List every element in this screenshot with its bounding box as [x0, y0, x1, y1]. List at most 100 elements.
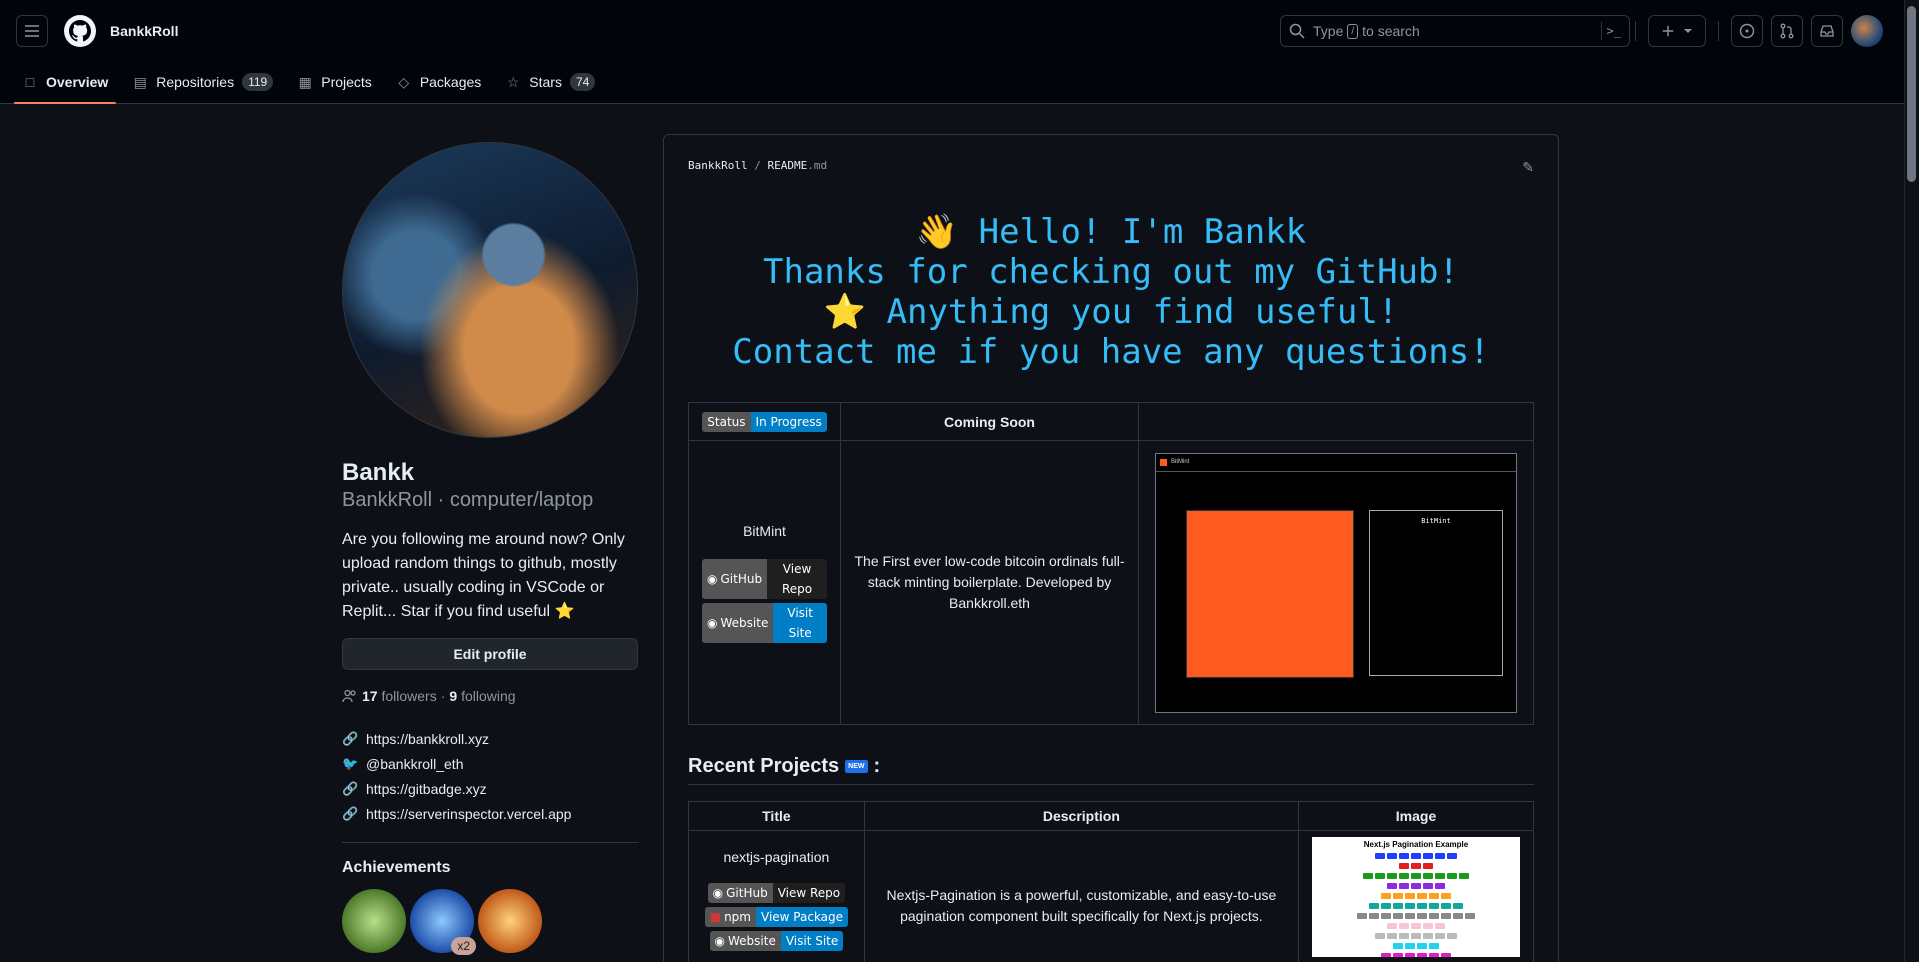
link-text: https://bankkroll.xyz [366, 730, 489, 747]
badge-value: Visit Site [773, 602, 827, 643]
table-header: Image [1298, 801, 1534, 831]
user-avatar-menu[interactable] [1851, 15, 1883, 47]
pagination-row [1312, 943, 1520, 949]
tab-counter: 74 [569, 73, 596, 91]
github-icon: ◉ [712, 886, 724, 900]
profile-tabs: □ Overview ▤ Repositories 119 ▦ Projects… [14, 61, 611, 104]
link-text: https://serverinspector.vercel.app [366, 805, 572, 822]
followers-label: followers [381, 688, 437, 704]
pagination-row [1312, 923, 1520, 929]
screenshot-mint-card: BitMint [1369, 509, 1503, 676]
hamburger-icon [25, 25, 39, 37]
pagination-row [1312, 933, 1520, 939]
pagination-row [1312, 903, 1520, 909]
tab-overview[interactable]: □ Overview [14, 61, 117, 104]
screenshot-title: Next.js Pagination Example [1363, 840, 1469, 849]
screenshot-preview-box [1186, 509, 1354, 678]
following-link[interactable]: 9 following [449, 688, 515, 704]
badge-label: ◉ GitHub [702, 558, 768, 599]
search-input[interactable]: Type / to search >_ [1280, 15, 1630, 47]
issue-icon [1739, 23, 1755, 39]
badge-label: ■ npm [704, 907, 756, 927]
edit-profile-button[interactable]: Edit profile [342, 638, 638, 670]
table-cell: Next.js Pagination Example [1298, 830, 1534, 962]
table-cell [1138, 402, 1534, 441]
octocat-icon [69, 20, 91, 42]
context-title[interactable]: BankkRoll [110, 23, 178, 39]
badge-label: ◉ Website [702, 602, 774, 643]
profile-link-gitbadge[interactable]: 🔗 https://gitbadge.xyz [342, 776, 639, 801]
readme-card: BankkRoll / README.md ✎ 👋 Hello! I'm Ban… [663, 134, 1559, 962]
table-row: Status In Progress Coming Soon [688, 402, 1534, 441]
repo-icon: ▤ [133, 73, 147, 90]
inbox-icon [1820, 25, 1834, 37]
status-emoji-button[interactable] [599, 376, 637, 414]
website-badge[interactable]: ◉ Website Visit Site [702, 602, 827, 643]
plus-icon [1662, 25, 1674, 37]
tab-label: Repositories [156, 74, 235, 90]
table-cell: Status In Progress [688, 402, 841, 441]
table-cell: The First ever low-code bitcoin ordinals… [840, 440, 1139, 725]
github-repo-badge[interactable]: ◉ GitHub View Repo [702, 558, 827, 599]
readme-owner-link[interactable]: BankkRoll [688, 159, 748, 172]
table-cell: Nextjs-Pagination is a powerful, customi… [863, 830, 1300, 962]
tab-projects[interactable]: ▦ Projects [289, 61, 380, 103]
badge-label-text: GitHub [720, 571, 763, 586]
globe-icon: ◉ [714, 934, 725, 948]
link-icon: 🔗 [342, 780, 359, 796]
edit-readme-button[interactable]: ✎ [1522, 159, 1534, 176]
menu-button[interactable] [16, 15, 48, 47]
recent-projects-table: Title Description Image nextjs-paginatio… [688, 801, 1534, 962]
github-repo-badge[interactable]: ◉ GitHub View Repo [707, 883, 846, 903]
tab-label: Packages [419, 74, 482, 90]
pagination-row [1312, 863, 1520, 869]
following-label: following [461, 688, 516, 704]
status-badge: Status In Progress [702, 411, 827, 432]
pagination-row [1312, 953, 1520, 957]
command-palette-icon[interactable]: >_ [1601, 22, 1621, 40]
achievement-badge-yolo[interactable] [478, 889, 542, 953]
bitmint-screenshot[interactable]: BitMint BitMint [1155, 452, 1517, 713]
table-row: nextjs-pagination ◉ GitHub View Repo ■ npm V… [688, 830, 1534, 962]
tab-repositories[interactable]: ▤ Repositories 119 [124, 61, 281, 103]
profile-login: BankkRoll · computer/laptop [342, 489, 594, 511]
following-count: 9 [449, 688, 458, 704]
website-badge[interactable]: ◉ Website Visit Site [709, 931, 844, 951]
profile-links: 🔗 https://bankkroll.xyz 🐦 @bankkroll_eth 🔗… [342, 726, 639, 826]
tab-label: Overview [46, 74, 109, 90]
inbox-button[interactable] [1811, 15, 1843, 47]
profile-link-website[interactable]: 🔗 https://bankkroll.xyz [342, 726, 639, 751]
readme-path: BankkRoll / README.md [688, 159, 1534, 172]
npm-icon: ■ [709, 910, 722, 924]
tab-counter: 119 [242, 73, 274, 91]
profile-link-twitter[interactable]: 🐦 @bankkroll_eth [342, 751, 639, 776]
profile-avatar[interactable] [342, 142, 638, 438]
divider [342, 842, 639, 843]
badge-label: Status [702, 411, 751, 432]
achievement-badge-pair-extraordinaire[interactable] [342, 889, 406, 953]
divider [1718, 21, 1719, 41]
star-icon: ☆ [507, 73, 520, 90]
pagination-screenshot[interactable]: Next.js Pagination Example [1312, 837, 1520, 957]
scrollbar-thumb[interactable] [1907, 6, 1916, 182]
link-icon: 🔗 [342, 730, 359, 746]
profile-bio: Are you following me around now? Only up… [342, 531, 625, 620]
badge-label-text: Website [727, 934, 776, 948]
github-logo[interactable] [64, 15, 96, 47]
followers-count: 17 [362, 688, 378, 704]
followers-link[interactable]: 17 followers [362, 688, 437, 704]
book-icon: □ [25, 74, 35, 90]
page-scrollbar[interactable] [1904, 0, 1919, 962]
create-new-button[interactable] [1648, 15, 1706, 47]
issues-button[interactable] [1731, 15, 1763, 47]
follow-stats: 17 followers · 9 following [342, 688, 639, 704]
people-icon [342, 689, 356, 703]
hero-line: Contact me if you have any questions! [732, 332, 1490, 372]
tab-packages[interactable]: ◇ Packages [388, 61, 489, 103]
profile-link-serverinspector[interactable]: 🔗 https://serverinspector.vercel.app [342, 801, 639, 826]
achievement-badge-pull-shark[interactable]: x2 [410, 889, 476, 955]
npm-badge[interactable]: ■ npm View Package [704, 907, 849, 927]
tab-stars[interactable]: ☆ Stars 74 [497, 61, 603, 103]
pagination-row [1312, 873, 1520, 879]
pull-requests-button[interactable] [1771, 15, 1803, 47]
